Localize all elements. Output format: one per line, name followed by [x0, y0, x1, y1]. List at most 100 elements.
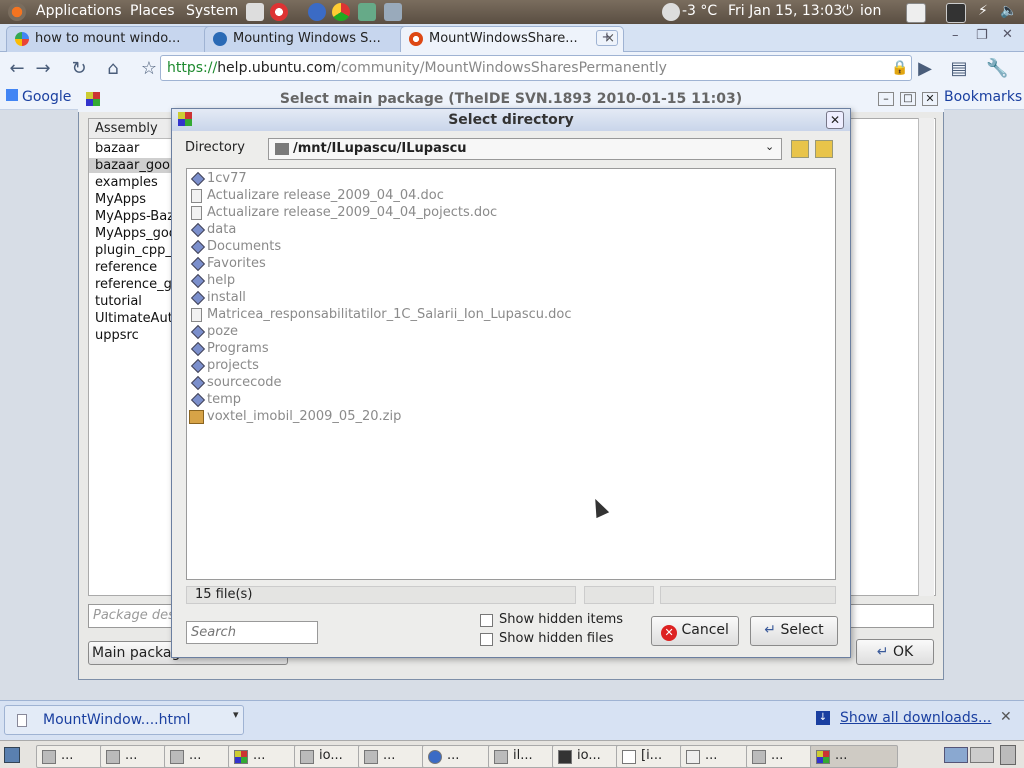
assembly-item[interactable]: MyApps_goo — [95, 226, 177, 241]
list-item[interactable]: Programs — [190, 341, 269, 357]
bookmark-star-icon[interactable]: ☆ — [138, 58, 160, 80]
list-item[interactable]: temp — [190, 392, 241, 408]
assembly-item[interactable]: plugin_cpp_ — [95, 243, 172, 258]
tab-mountwindowsshares[interactable]: MountWindowsShare... × — [400, 26, 624, 53]
assembly-item[interactable]: MyApps-Baz — [95, 209, 174, 224]
list-item[interactable]: Favorites — [190, 256, 266, 272]
list-item[interactable]: 1cv77 — [190, 171, 247, 187]
show-hidden-files-label[interactable]: Show hidden files — [499, 631, 614, 646]
bookmark-google[interactable]: Google — [6, 89, 71, 105]
wrench-icon[interactable]: 🔧 — [986, 58, 1008, 80]
ok-button[interactable]: ↵ OK — [856, 639, 934, 665]
download-item[interactable]: MountWindow....html ▾ — [4, 705, 244, 735]
assembly-item[interactable]: reference_g — [95, 277, 172, 292]
show-all-downloads-link[interactable]: Show all downloads... — [840, 710, 991, 726]
power-icon[interactable]: ⏻ — [842, 3, 853, 19]
package-list-scrollbar[interactable] — [918, 118, 934, 596]
parent-folder-icon[interactable] — [791, 140, 809, 158]
folder-icon — [190, 273, 206, 289]
menu-places[interactable]: Places — [130, 3, 175, 19]
directory-combo[interactable]: /mnt/ILupascu/ILupascu ⌄ — [268, 138, 782, 160]
back-arrow-icon[interactable]: ← — [6, 58, 28, 80]
tab-mounting-windows[interactable]: Mounting Windows S... × — [204, 26, 428, 53]
menu-system[interactable]: System — [186, 3, 238, 19]
show-hidden-files-checkbox[interactable] — [480, 633, 493, 646]
display-icon[interactable] — [946, 3, 966, 23]
chevron-down-icon[interactable]: ⌄ — [765, 140, 774, 153]
cancel-icon: ✕ — [661, 625, 678, 641]
mail-launcher-icon[interactable] — [246, 3, 264, 21]
assembly-item-selected[interactable]: bazaar_goo — [89, 158, 177, 173]
list-item[interactable]: data — [190, 222, 236, 238]
mail-icon[interactable] — [906, 3, 926, 23]
workspace-1[interactable] — [944, 747, 968, 763]
assembly-item[interactable]: examples — [95, 175, 158, 190]
assembly-item[interactable]: uppsrc — [95, 328, 139, 343]
maximize-icon[interactable]: □ — [900, 92, 916, 106]
list-item[interactable]: projects — [190, 358, 259, 374]
status-field-2 — [584, 586, 654, 604]
assembly-item[interactable]: MyApps — [95, 192, 146, 207]
list-item[interactable]: Actualizare release_2009_04_04_pojects.d… — [191, 205, 497, 220]
help-icon[interactable] — [270, 3, 288, 21]
browser-launcher-icon[interactable] — [308, 3, 326, 21]
close-icon[interactable]: ✕ — [922, 92, 938, 106]
assembly-list[interactable]: Assembly bazaar bazaar_goo examples MyAp… — [88, 118, 178, 596]
page-menu-icon[interactable]: ▤ — [948, 58, 970, 80]
list-item[interactable]: poze — [190, 324, 238, 340]
clock[interactable]: Fri Jan 15, 13:03 — [728, 3, 842, 19]
workspace-2[interactable] — [970, 747, 994, 763]
other-bookmarks[interactable]: Bookmarks — [944, 89, 1022, 105]
list-item[interactable]: voxtel_imobil_2009_05_20.zip — [189, 409, 401, 424]
volume-icon[interactable]: 🔈 — [1000, 3, 1017, 19]
minimize-icon[interactable]: – — [878, 92, 894, 106]
menu-applications[interactable]: Applications — [36, 3, 122, 19]
cancel-button[interactable]: ✕ Cancel — [651, 616, 739, 646]
window-icon — [42, 750, 56, 764]
maximize-window-icon[interactable]: ❐ — [976, 28, 988, 43]
play-icon[interactable]: ▶ — [914, 58, 936, 80]
search-input[interactable] — [186, 621, 318, 644]
forward-arrow-icon[interactable]: → — [32, 58, 54, 80]
list-item[interactable]: help — [190, 273, 235, 289]
weather-icon — [662, 3, 680, 21]
assembly-item[interactable]: reference — [95, 260, 157, 275]
assembly-item[interactable]: tutorial — [95, 294, 142, 309]
close-downloads-icon[interactable]: ✕ — [1000, 709, 1012, 725]
reload-icon[interactable]: ↻ — [68, 58, 90, 80]
lock-icon[interactable]: 🔒 — [891, 56, 908, 80]
assembly-header[interactable]: Assembly — [89, 119, 177, 139]
new-tab-button[interactable]: + — [596, 30, 618, 46]
list-item[interactable]: Matricea_responsabilitatilor_1C_Salarii_… — [191, 307, 572, 322]
assembly-item[interactable]: UltimateAut — [95, 311, 173, 326]
dialog-close-icon[interactable]: ✕ — [826, 111, 844, 129]
weather-temp[interactable]: -3 °C — [682, 3, 717, 19]
window-icon — [300, 750, 314, 764]
tab-label: how to mount windo... — [35, 31, 181, 46]
network-icon[interactable]: ⚡ — [978, 3, 988, 19]
trash-icon[interactable] — [1000, 745, 1016, 765]
assembly-item[interactable]: bazaar — [95, 141, 139, 156]
address-bar[interactable]: https://help.ubuntu.com/community/MountW… — [160, 55, 912, 81]
list-item[interactable]: install — [190, 290, 246, 306]
minimize-window-icon[interactable]: – — [952, 28, 959, 43]
file-list[interactable]: 1cv77 Actualizare release_2009_04_04.doc… — [186, 168, 836, 580]
list-item[interactable]: Actualizare release_2009_04_04.doc — [191, 188, 444, 203]
tab-how-to-mount[interactable]: how to mount windo... × — [6, 26, 232, 53]
show-hidden-items-label[interactable]: Show hidden items — [499, 612, 623, 627]
new-folder-icon[interactable] — [815, 140, 833, 158]
taskbar-item-active[interactable]: ... — [810, 745, 898, 768]
network-app-icon[interactable] — [384, 3, 402, 21]
list-item[interactable]: Documents — [190, 239, 281, 255]
list-item[interactable]: sourcecode — [190, 375, 282, 391]
download-menu-chevron-icon[interactable]: ▾ — [233, 708, 239, 721]
grid-app-icon[interactable] — [358, 3, 376, 21]
user-name[interactable]: ion — [860, 3, 881, 19]
show-hidden-items-checkbox[interactable] — [480, 614, 493, 627]
ubuntu-logo-icon[interactable] — [8, 3, 26, 21]
close-window-icon[interactable]: ✕ — [1002, 27, 1013, 42]
select-button[interactable]: ↵ Select — [750, 616, 838, 646]
chrome-launcher-icon[interactable] — [332, 3, 350, 21]
home-icon[interactable]: ⌂ — [102, 58, 124, 80]
show-desktop-icon[interactable] — [4, 747, 20, 763]
